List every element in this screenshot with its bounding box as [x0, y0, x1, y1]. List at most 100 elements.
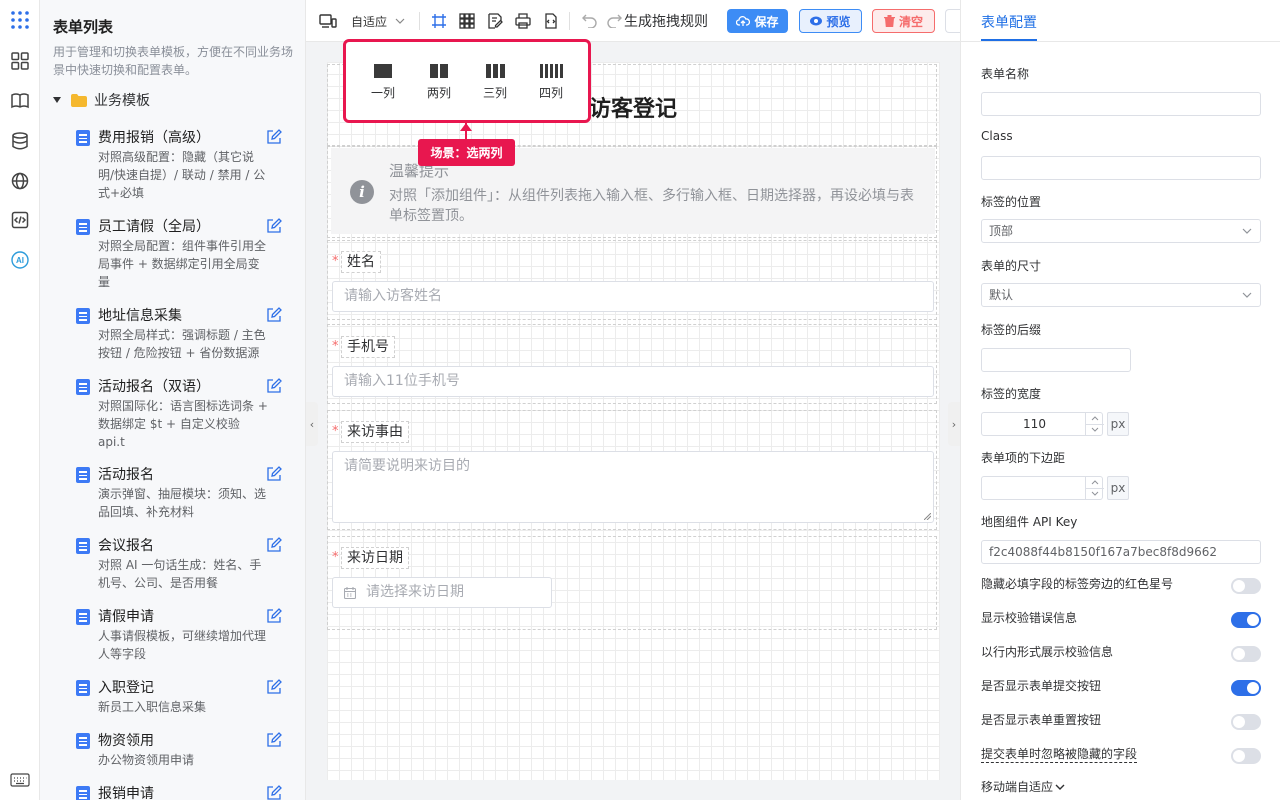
template-name: 活动报名	[98, 467, 154, 483]
toolbar-divider	[569, 12, 570, 30]
components-icon[interactable]	[8, 49, 32, 73]
generate-rules-button[interactable]: 生成拖拽规则	[624, 11, 708, 31]
chevron-up-icon[interactable]	[1091, 480, 1099, 485]
visit-date-picker[interactable]: 请选择来访日期	[332, 577, 552, 608]
edit-icon[interactable]	[266, 608, 282, 624]
item-margin-stepper[interactable]	[981, 476, 1104, 500]
edit-icon[interactable]	[266, 785, 282, 800]
field-label-reason: 来访事由	[341, 421, 409, 443]
label-suffix-input[interactable]	[981, 348, 1131, 372]
edit-icon[interactable]	[266, 307, 282, 323]
label-position-select[interactable]: 顶部	[981, 219, 1261, 243]
chevron-up-icon[interactable]	[1091, 416, 1099, 421]
column-option-three[interactable]: 三列	[470, 64, 520, 101]
date-placeholder: 请选择来访日期	[366, 584, 464, 600]
stepper-controls[interactable]	[1085, 413, 1104, 435]
column-option-two[interactable]: 两列	[414, 64, 464, 101]
edit-doc-icon[interactable]	[487, 11, 503, 31]
keyboard-icon[interactable]	[8, 768, 32, 792]
toggle-switch[interactable]	[1231, 578, 1261, 594]
toggle-knob	[1233, 580, 1245, 592]
template-name: 请假申请	[98, 609, 154, 625]
map-key-input[interactable]: f2c4088f44b8150f167a7bec8f8d9662	[981, 540, 1261, 564]
field-label-name: 姓名	[341, 251, 381, 273]
toggle-switch[interactable]	[1231, 612, 1261, 628]
edit-icon[interactable]	[266, 129, 282, 145]
toggle-label: 以行内形式展示校验信息	[981, 645, 1114, 659]
toggle-switch[interactable]	[1231, 680, 1261, 696]
clear-button[interactable]: 清空	[872, 9, 935, 33]
visitor-name-input[interactable]: 请输入访客姓名	[332, 281, 934, 312]
toggle-switch[interactable]	[1231, 646, 1261, 662]
notice-text: 对照「添加组件」：从组件列表拖入输入框、多行输入框、日期选择器，再设必填与表单标…	[389, 188, 914, 224]
edit-icon[interactable]	[266, 732, 282, 748]
label-width-label: 标签的宽度	[981, 387, 1042, 401]
code-icon[interactable]	[8, 208, 32, 232]
reason-placeholder: 请简要说明来访目的	[344, 458, 470, 474]
select-frame-icon[interactable]	[431, 11, 447, 31]
stepper-divider	[1086, 424, 1104, 425]
form-list-panel: 表单列表 用于管理和切换表单模板，方便在不同业务场景中快速切换和配置表单。 业务…	[40, 0, 306, 800]
json-icon[interactable]	[543, 11, 559, 31]
column-option-one[interactable]: 一列	[358, 64, 408, 101]
template-description: 人事请假模板，可继续增加代理人等字段	[98, 629, 267, 661]
collapse-right-button[interactable]: ›	[948, 402, 960, 446]
scenario-tooltip: 场景：选两列	[418, 139, 515, 166]
database-icon[interactable]	[8, 129, 32, 153]
save-button[interactable]: 保存	[727, 9, 788, 33]
print-icon[interactable]	[515, 11, 531, 31]
preview-button[interactable]: 预览	[799, 9, 862, 33]
apps-grid-icon[interactable]	[8, 8, 32, 32]
form-size-select[interactable]: 默认	[981, 283, 1261, 307]
toggle-knob	[1233, 716, 1245, 728]
grid-layout-icon[interactable]	[459, 11, 475, 31]
folder-business-templates[interactable]: 业务模板	[53, 90, 150, 110]
chevron-down-icon[interactable]	[1091, 491, 1099, 496]
redo-icon[interactable]	[606, 11, 622, 31]
toggle-switch[interactable]	[1231, 714, 1261, 730]
toggle-knob	[1247, 682, 1259, 694]
label-width-value: 110	[1023, 417, 1046, 431]
class-input[interactable]	[981, 156, 1261, 180]
edit-icon[interactable]	[266, 466, 282, 482]
book-icon[interactable]	[8, 89, 32, 113]
template-name: 报销申请	[98, 786, 154, 800]
tooltip-arrow	[460, 123, 472, 131]
form-name-input[interactable]	[981, 92, 1261, 116]
toggle-switch[interactable]	[1231, 748, 1261, 764]
document-icon	[76, 680, 90, 696]
required-star: *	[332, 550, 339, 565]
info-icon: i	[350, 180, 374, 204]
one-column-icon	[358, 64, 408, 78]
chevron-down-icon[interactable]	[1091, 427, 1099, 432]
phone-input[interactable]: 请输入11位手机号	[332, 366, 934, 397]
four-column-icon	[526, 64, 576, 78]
tab-form-config[interactable]: 表单配置	[981, 12, 1037, 32]
icon-rail: AI	[0, 0, 40, 800]
ai-icon[interactable]: AI	[8, 248, 32, 272]
edit-icon[interactable]	[266, 537, 282, 553]
edit-icon[interactable]	[266, 378, 282, 394]
edit-icon[interactable]	[266, 679, 282, 695]
chevron-right-icon: ›	[951, 417, 957, 431]
template-description: 对照 AI 一句话生成：姓名、手机号、公司、是否用餐	[98, 558, 262, 590]
adapt-label: 自适应	[351, 14, 388, 29]
undo-icon[interactable]	[582, 11, 598, 31]
template-name: 员工请假（全局）	[98, 219, 210, 235]
document-icon	[76, 219, 90, 235]
edit-icon[interactable]	[266, 218, 282, 234]
device-icon[interactable]	[319, 11, 337, 31]
mobile-adapt-row[interactable]: 移动端自适应	[981, 778, 1065, 795]
column-option-four[interactable]: 四列	[526, 64, 576, 101]
label-width-stepper[interactable]: 110	[981, 412, 1104, 436]
stepper-controls[interactable]	[1085, 477, 1104, 499]
label-position-label: 标签的位置	[981, 195, 1042, 209]
more-button[interactable]	[945, 9, 960, 33]
globe-icon[interactable]	[8, 169, 32, 193]
clear-label: 清空	[898, 14, 923, 29]
collapse-left-button[interactable]: ‹	[306, 402, 318, 446]
reason-textarea[interactable]: 请简要说明来访目的	[332, 451, 934, 523]
toggle-label: 提交表单时忽略被隐藏的字段	[981, 747, 1138, 763]
adapt-select[interactable]: 自适应	[351, 11, 405, 31]
template-name: 入职登记	[98, 680, 154, 696]
